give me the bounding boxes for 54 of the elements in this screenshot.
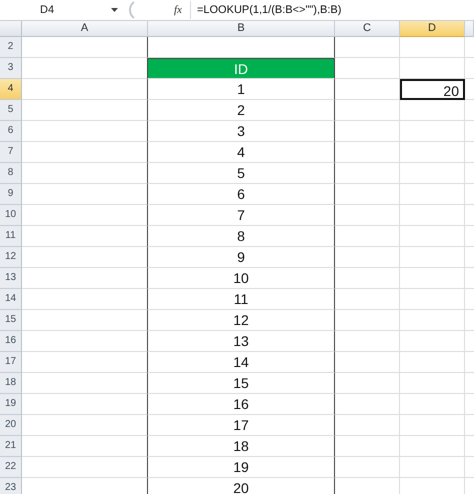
table-header-cell: ID — [147, 58, 335, 79]
row-header[interactable]: 19 — [0, 394, 22, 415]
name-box[interactable]: D4 — [0, 1, 118, 19]
table-cell: 20 — [400, 79, 465, 100]
table-cell: 15 — [147, 373, 335, 394]
table-cell: 5 — [147, 163, 335, 184]
column-header[interactable]: A — [22, 21, 148, 37]
column-header[interactable] — [465, 21, 474, 37]
formula-field[interactable]: =LOOKUP(1,1/(B:B<>""),B:B) — [190, 1, 342, 19]
row-header[interactable]: 3 — [0, 58, 22, 79]
table-cell: 8 — [147, 226, 335, 247]
caret-icon[interactable] — [111, 8, 118, 12]
row-header[interactable]: 14 — [0, 289, 22, 310]
row-header[interactable]: 21 — [0, 436, 22, 457]
row-header[interactable]: 11 — [0, 226, 22, 247]
table-cell: 20 — [147, 478, 335, 494]
row-header[interactable]: 15 — [0, 310, 22, 331]
row-header[interactable]: 9 — [0, 184, 22, 205]
table-cell: 19 — [147, 457, 335, 478]
row-header[interactable]: 6 — [0, 121, 22, 142]
row-header[interactable]: 12 — [0, 247, 22, 268]
row-header[interactable]: 13 — [0, 268, 22, 289]
column-header[interactable]: B — [148, 21, 335, 37]
row-header[interactable]: 8 — [0, 163, 22, 184]
row-header[interactable]: 7 — [0, 142, 22, 163]
table-cell: 2 — [147, 100, 335, 121]
insert-function-button[interactable]: fx — [174, 4, 182, 16]
table-cell: 12 — [147, 310, 335, 331]
row-header[interactable]: 2 — [0, 37, 22, 58]
table-cell: 7 — [147, 205, 335, 226]
row-header[interactable]: 18 — [0, 373, 22, 394]
table-cell: 11 — [147, 289, 335, 310]
column-header[interactable]: C — [335, 21, 400, 37]
row-header[interactable]: 4 — [0, 79, 22, 100]
row-header[interactable]: 5 — [0, 100, 22, 121]
table-cell: 9 — [147, 247, 335, 268]
table-cell: 18 — [147, 436, 335, 457]
table-cell: 10 — [147, 268, 335, 289]
table-cell: 3 — [147, 121, 335, 142]
table-cell: 16 — [147, 394, 335, 415]
row-header[interactable]: 10 — [0, 205, 22, 226]
row-header[interactable]: 16 — [0, 331, 22, 352]
row-header[interactable]: 20 — [0, 415, 22, 436]
table-cell: 14 — [147, 352, 335, 373]
row-header[interactable]: 23 — [0, 478, 22, 494]
table-cell: 17 — [147, 415, 335, 436]
row-header[interactable]: 22 — [0, 457, 22, 478]
row-header[interactable]: 17 — [0, 352, 22, 373]
select-all-corner[interactable] — [0, 21, 22, 37]
table-cell: 13 — [147, 331, 335, 352]
table-cell: 6 — [147, 184, 335, 205]
table-cell: 1 — [147, 79, 335, 100]
table-cell: 4 — [147, 142, 335, 163]
column-header[interactable]: D — [400, 21, 465, 37]
